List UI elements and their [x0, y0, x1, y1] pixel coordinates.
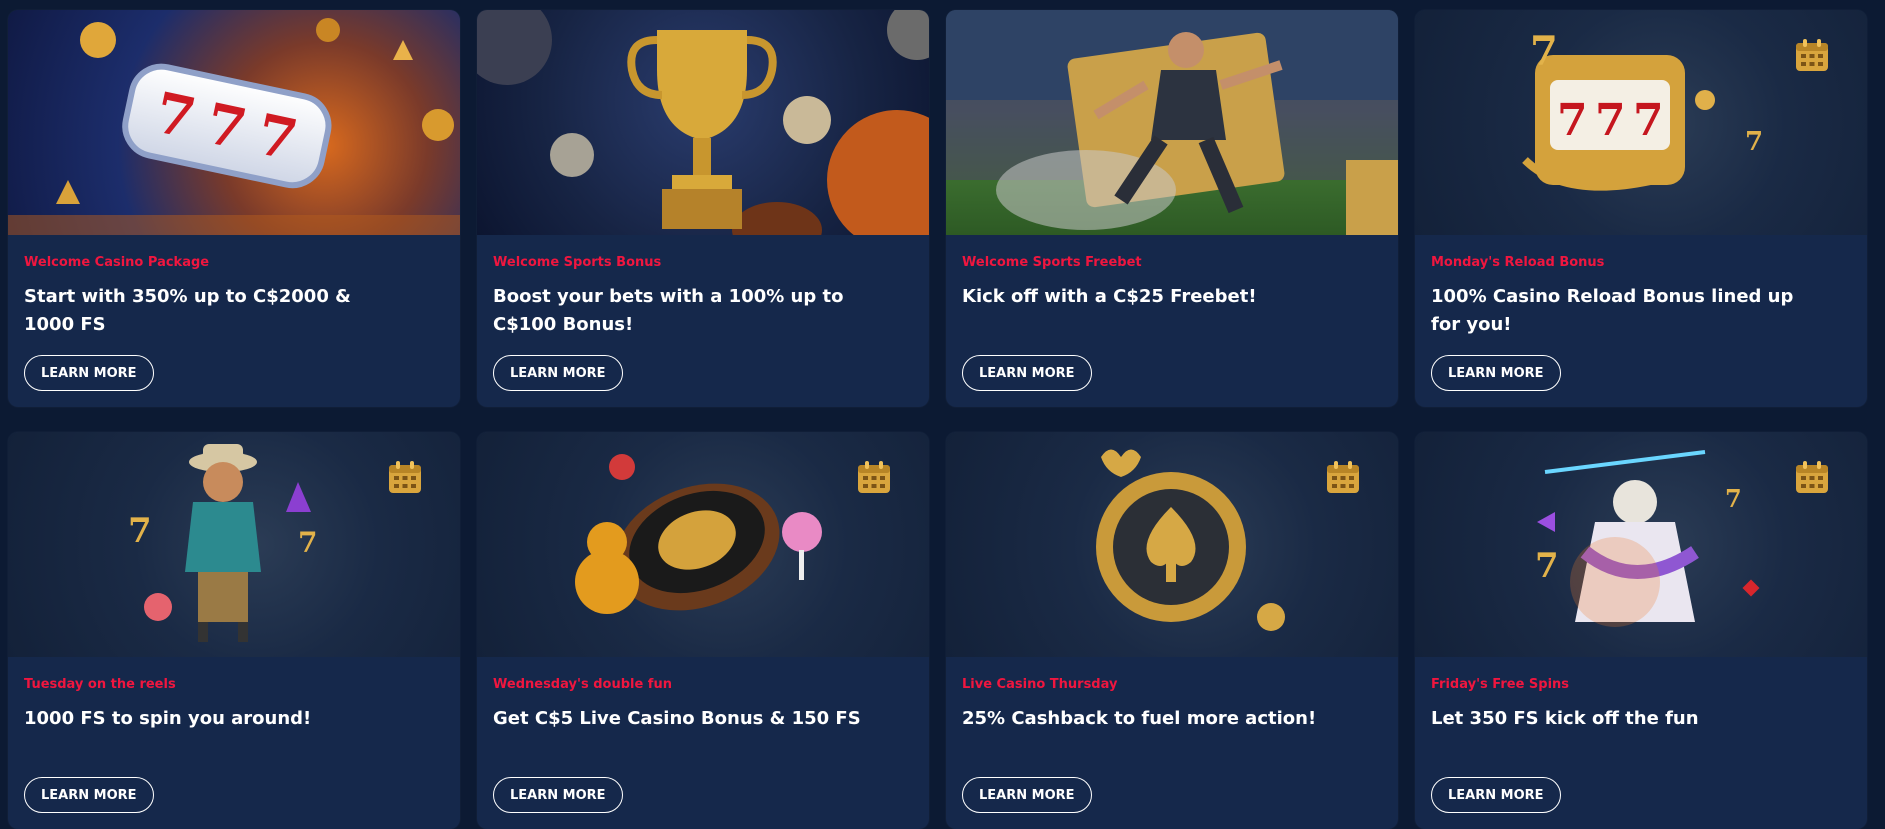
promo-image-slot-reel: 7 7 7 [8, 10, 460, 235]
calendar-icon [1796, 461, 1828, 493]
promo-title: 1000 FS to spin you around! [24, 708, 312, 729]
svg-text:7: 7 [298, 526, 317, 559]
promo-category: Tuesday on the reels [24, 677, 176, 692]
promotions-grid: 7 7 7 Welcome Casino Package Start with … [8, 10, 1869, 829]
svg-text:7: 7 [1530, 28, 1558, 75]
promo-image-slot-machine: 7 7 7 7 7 [1415, 10, 1867, 235]
promo-card-monday-reload[interactable]: 7 7 7 7 7 Monday's Reload Bonus 100% Cas… [1415, 10, 1867, 407]
promo-title: Let 350 FS kick off the fun [1431, 708, 1699, 729]
learn-more-button[interactable]: LEARN MORE [962, 777, 1092, 813]
promo-card-wednesday[interactable]: Wednesday's double fun Get C$5 Live Casi… [477, 432, 929, 829]
learn-more-button[interactable]: LEARN MORE [962, 355, 1092, 391]
promo-title: Start with 350% up to C$2000 & 1000 FS [24, 286, 351, 335]
promo-image-zeus: 7 7 [1415, 432, 1867, 657]
promo-title: Get C$5 Live Casino Bonus & 150 FS [493, 708, 861, 729]
svg-text:7: 7 [1557, 95, 1588, 146]
promo-category: Monday's Reload Bonus [1431, 255, 1605, 270]
svg-text:7: 7 [1745, 127, 1763, 157]
calendar-icon [389, 461, 421, 493]
promo-title: 100% Casino Reload Bonus lined up for yo… [1431, 286, 1794, 335]
promo-title: 25% Cashback to fuel more action! [962, 708, 1317, 729]
promo-category: Welcome Sports Freebet [962, 255, 1142, 270]
learn-more-button[interactable]: LEARN MORE [1431, 777, 1561, 813]
svg-text:7: 7 [1535, 546, 1559, 586]
calendar-icon [1327, 461, 1359, 493]
promo-card-thursday[interactable]: Live Casino Thursday 25% Cashback to fue… [946, 432, 1398, 829]
svg-text:7: 7 [1633, 95, 1664, 146]
learn-more-button[interactable]: LEARN MORE [1431, 355, 1561, 391]
svg-text:7: 7 [1595, 95, 1626, 146]
promo-image-spade-chip [946, 432, 1398, 657]
promo-category: Live Casino Thursday [962, 677, 1118, 692]
promo-image-cowboy: 7 7 [8, 432, 460, 657]
promo-card-welcome-sports[interactable]: Welcome Sports Bonus Boost your bets wit… [477, 10, 929, 407]
promo-card-friday[interactable]: 7 7 Friday's Free Spins Let 350 FS kick … [1415, 432, 1867, 829]
learn-more-button[interactable]: LEARN MORE [24, 777, 154, 813]
svg-text:7: 7 [1725, 484, 1742, 513]
promo-card-tuesday[interactable]: 7 7 Tuesday on the reels 1000 FS to spin… [8, 432, 460, 829]
learn-more-button[interactable]: LEARN MORE [493, 777, 623, 813]
promo-image-footballer [946, 10, 1398, 235]
promo-category: Welcome Casino Package [24, 255, 210, 270]
promo-card-welcome-casino[interactable]: 7 7 7 Welcome Casino Package Start with … [8, 10, 460, 407]
learn-more-button[interactable]: LEARN MORE [493, 355, 623, 391]
promo-image-roulette [477, 432, 929, 657]
promo-category: Wednesday's double fun [493, 677, 672, 692]
promo-category: Friday's Free Spins [1431, 677, 1570, 692]
promo-image-trophy [477, 10, 929, 235]
svg-text:7: 7 [128, 511, 152, 551]
promo-title: Boost your bets with a 100% up to C$100 … [493, 286, 844, 335]
promo-category: Welcome Sports Bonus [493, 255, 662, 270]
promo-card-sports-freebet[interactable]: Welcome Sports Freebet Kick off with a C… [946, 10, 1398, 407]
calendar-icon [1796, 39, 1828, 71]
calendar-icon [858, 461, 890, 493]
learn-more-button[interactable]: LEARN MORE [24, 355, 154, 391]
promo-title: Kick off with a C$25 Freebet! [962, 286, 1257, 307]
